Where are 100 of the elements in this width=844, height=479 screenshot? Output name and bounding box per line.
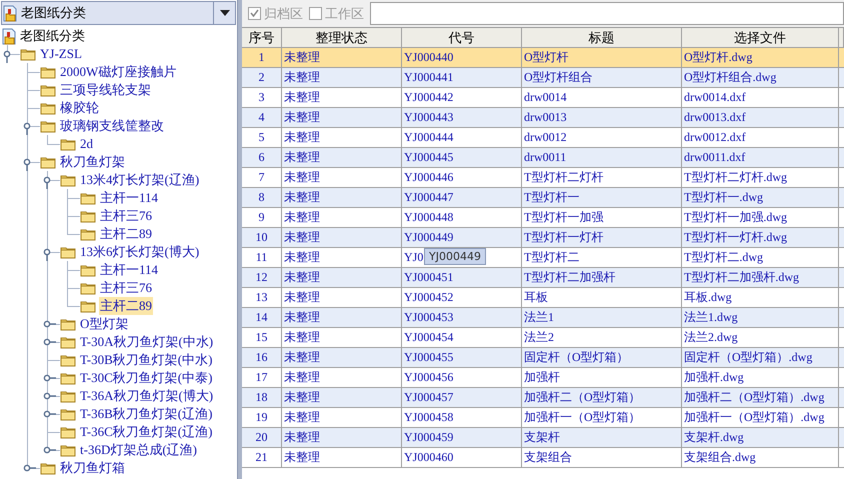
table-cell: 未整理 [282,168,402,188]
table-cell: 未整理 [282,428,402,448]
table-cell: O型灯杆 [522,48,682,68]
table-cell: T型灯杆一 [522,188,682,208]
table-cell: YJ000446 [402,168,522,188]
table-cell: YJ000445 [402,148,522,168]
table-cell: 未整理 [282,388,402,408]
tree-node[interactable]: 主杆二89 [99,225,153,243]
table-cell: YJ000447 [402,188,522,208]
tree-node[interactable]: 玻璃钢支线筐整改 [59,117,165,135]
table-cell: 3 [242,88,282,108]
folder-icon [60,389,76,403]
table-cell: 21 [242,448,282,468]
tree-node[interactable]: T-36A秋刀鱼灯架(博大) [79,387,214,405]
table-cell: T型灯杆二加强杆.dwg [682,268,839,288]
folder-icon [20,47,36,61]
table-cell: T型灯杆一.dwg [682,188,839,208]
column-header[interactable]: 选择文件 [682,28,839,48]
tree-node[interactable]: 2000W磁灯座接触片 [59,63,178,81]
tree-node[interactable]: t-36D灯架总成(辽渔) [79,441,198,459]
table-cell: 加强杆二（O型灯箱） [522,388,682,408]
folder-icon [80,191,96,205]
tree-node[interactable]: 橡胶轮 [59,99,100,117]
table-cell: 加强杆 [522,368,682,388]
table-cell: 未整理 [282,248,402,268]
table-cell: O型灯杆组合.dwg [682,68,839,88]
tree-node[interactable]: 13米6灯长灯架(博大) [79,243,200,261]
tree-node[interactable]: T-30B秋刀鱼灯架(中水) [79,351,214,369]
table-cell: drw0011.dxf [682,148,839,168]
table-cell: 未整理 [282,308,402,328]
table-cell: 未整理 [282,88,402,108]
table-cell: YJ000448 [402,208,522,228]
tree-node[interactable]: 主杆一114 [99,261,160,279]
folder-icon [60,317,76,331]
tree-node[interactable]: 13米4灯长灯架(辽渔) [79,171,200,189]
table-cell: 法兰2 [522,328,682,348]
table-cell: 耳板.dwg [682,288,839,308]
table-cell: YJ000449 [402,228,522,248]
table-cell: 4 [242,108,282,128]
table-cell: T型灯杆二.dwg [682,248,839,268]
search-field[interactable] [370,2,844,25]
tree-node[interactable]: T-30C秋刀鱼灯架(中泰) [79,369,214,387]
tree-root-label[interactable]: 老图纸分类 [20,27,85,45]
tree-node[interactable]: 秋刀鱼灯箱 [59,459,126,477]
table-cell: drw0013.dxf [682,108,839,128]
table-cell: YJ000441 [402,68,522,88]
folder-icon [40,65,56,79]
column-header[interactable]: 序号 [242,28,282,48]
table-cell: 12 [242,268,282,288]
table-cell: 6 [242,148,282,168]
tree-node[interactable]: O型灯架 [79,315,130,333]
folder-icon [60,137,76,151]
table-cell: drw0013 [522,108,682,128]
tree-node[interactable]: 主杆二89 [99,297,153,315]
table-cell: YJ000458 [402,408,522,428]
category-icon [1,28,18,44]
table-cell: YJ000460 [402,448,522,468]
table-cell: drw0011 [522,148,682,168]
folder-icon [40,119,56,133]
table-cell: 未整理 [282,268,402,288]
table-cell: drw0012.dxf [682,128,839,148]
caret-icon [220,10,230,16]
folder-icon [80,263,96,277]
table-cell: 未整理 [282,128,402,148]
table-cell: 未整理 [282,48,402,68]
table-cell: T型灯杆二灯杆 [522,168,682,188]
table-cell: 7 [242,168,282,188]
folder-icon [80,281,96,295]
table-cell: 支架杆 [522,428,682,448]
table-cell: 10 [242,228,282,248]
column-header[interactable]: 整理状态 [282,28,402,48]
tree-node[interactable]: 2d [79,136,94,152]
table-cell: YJ000443 [402,108,522,128]
category-dropdown[interactable]: 老图纸分类 [1,1,236,25]
tree-node[interactable]: YJ-ZSL [39,46,83,62]
tooltip: YJ000449 [424,248,486,265]
table-cell: 支架杆.dwg [682,428,839,448]
tree-node[interactable]: 主杆三76 [99,279,153,297]
table-cell: 14 [242,308,282,328]
tree-node[interactable]: T-30A秋刀鱼灯架(中水) [79,333,214,351]
table-cell: YJ000457 [402,388,522,408]
table-cell: 未整理 [282,228,402,248]
tree-node[interactable]: T-36C秋刀鱼灯架(辽渔) [79,423,214,441]
tree-node[interactable]: T-36B秋刀鱼灯架(辽渔) [79,405,214,423]
table-cell: 加强杆一（O型灯箱）.dwg [682,408,839,428]
tree-node[interactable]: 三项导线轮支架 [59,81,152,99]
folder-icon [60,353,76,367]
column-header[interactable]: 标题 [522,28,682,48]
table-cell: drw0014.dxf [682,88,839,108]
table-cell: YJ000444 [402,128,522,148]
table-cell: 支架组合 [522,448,682,468]
tree-node[interactable]: 主杆三76 [99,207,153,225]
table-cell: T型灯杆二加强杆 [522,268,682,288]
table-cell: 加强杆.dwg [682,368,839,388]
column-header[interactable]: 代号 [402,28,522,48]
tree-node[interactable]: 秋刀鱼灯架 [59,153,126,171]
folder-icon [60,443,76,457]
tree-node[interactable]: 主杆一114 [99,189,160,207]
table-cell: 18 [242,388,282,408]
table-cell: 未整理 [282,108,402,128]
